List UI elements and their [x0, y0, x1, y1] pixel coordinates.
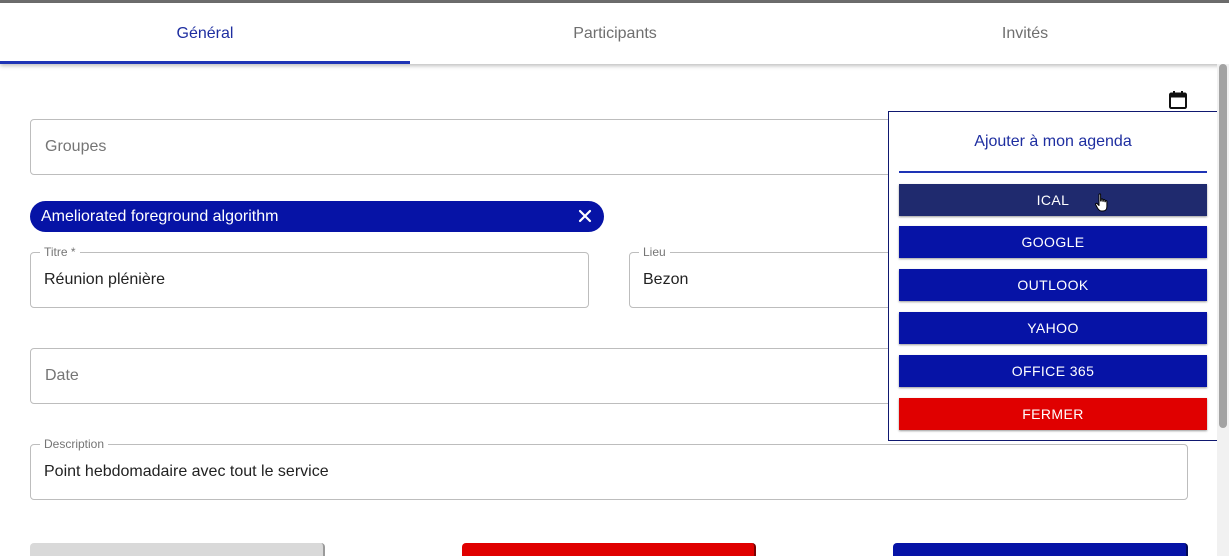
group-chip-label: Ameliorated foreground algorithm — [41, 207, 279, 225]
tab-bar: Général Participants Invités — [0, 3, 1229, 64]
description-field-value: Point hebdomadaire avec tout le service — [44, 463, 329, 480]
groups-placeholder: Groupes — [45, 138, 107, 155]
title-field[interactable]: Titre * Réunion plénière — [30, 245, 589, 308]
ical-button[interactable]: ICAL — [899, 184, 1207, 216]
google-button[interactable]: GOOGLE — [899, 226, 1207, 258]
close-icon[interactable] — [577, 208, 593, 224]
tab-general-label: Général — [176, 24, 234, 42]
title-field-label: Titre * — [40, 245, 80, 259]
outlook-button[interactable]: OUTLOOK — [899, 269, 1207, 301]
location-field-label: Lieu — [639, 245, 670, 259]
scrollbar-thumb[interactable] — [1219, 64, 1227, 428]
description-field[interactable]: Description Point hebdomadaire avec tout… — [30, 437, 1188, 500]
close-popup-button[interactable]: FERMER — [899, 398, 1207, 430]
calendar-icon[interactable] — [1168, 90, 1188, 110]
description-field-label: Description — [40, 437, 109, 451]
delete-button[interactable] — [462, 543, 756, 556]
add-to-calendar-popup: Ajouter à mon agenda ICAL GOOGLE OUTLOOK… — [888, 111, 1229, 441]
vertical-scrollbar[interactable] — [1217, 64, 1229, 556]
hand-pointer-icon — [1095, 193, 1108, 212]
office365-button[interactable]: OFFICE 365 — [899, 355, 1207, 387]
tab-participants-label: Participants — [573, 24, 657, 42]
tab-participants[interactable]: Participants — [410, 3, 820, 64]
active-tab-indicator — [0, 61, 410, 64]
tab-general[interactable]: Général — [0, 3, 410, 64]
location-field-value: Bezon — [643, 271, 689, 288]
tab-invites[interactable]: Invités — [820, 3, 1229, 64]
popup-title: Ajouter à mon agenda — [899, 112, 1207, 173]
date-placeholder: Date — [45, 367, 79, 384]
title-field-value: Réunion plénière — [44, 271, 165, 288]
group-chip: Ameliorated foreground algorithm — [30, 201, 604, 232]
tab-invites-label: Invités — [1001, 24, 1049, 42]
cancel-button[interactable] — [30, 543, 325, 556]
yahoo-button[interactable]: YAHOO — [899, 312, 1207, 344]
save-button[interactable] — [893, 543, 1188, 556]
